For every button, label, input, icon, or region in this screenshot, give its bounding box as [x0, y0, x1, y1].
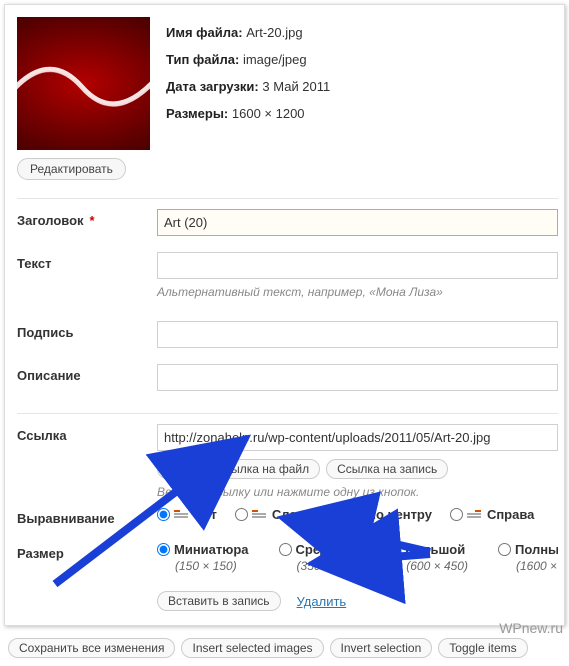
- align-none-radio[interactable]: Нет: [157, 507, 217, 522]
- link-label: Ссылка: [17, 424, 157, 443]
- toggle-items-button[interactable]: Toggle items: [438, 638, 527, 658]
- invert-selection-button[interactable]: Invert selection: [330, 638, 433, 658]
- bottom-toolbar: Сохранить все изменения Insert selected …: [0, 630, 569, 666]
- description-label: Описание: [17, 364, 157, 383]
- save-all-button[interactable]: Сохранить все изменения: [8, 638, 175, 658]
- insert-into-post-button[interactable]: Вставить в запись: [157, 591, 281, 611]
- media-edit-panel: Имя файла: Art-20.jpg Тип файла: image/j…: [4, 4, 565, 626]
- size-full-radio[interactable]: Полный (1600 × 1200): [498, 542, 558, 573]
- align-left-icon: [252, 510, 266, 520]
- divider: [17, 198, 558, 199]
- size-large-radio[interactable]: Большой (600 × 450): [388, 542, 468, 573]
- insert-selected-button[interactable]: Insert selected images: [181, 638, 323, 658]
- caption-label: Подпись: [17, 321, 157, 340]
- edit-image-button[interactable]: Редактировать: [17, 158, 126, 180]
- link-file-button[interactable]: Ссылка на файл: [205, 459, 320, 479]
- title-label: Заголовок*: [17, 209, 157, 228]
- link-url-input[interactable]: [157, 424, 558, 451]
- alt-hint: Альтернативный текст, например, «Мона Ли…: [157, 285, 558, 299]
- align-right-radio[interactable]: Справа: [450, 507, 534, 522]
- description-input[interactable]: [157, 364, 558, 391]
- align-label: Выравнивание: [17, 507, 157, 526]
- alt-label: Текст: [17, 252, 157, 271]
- title-input[interactable]: [157, 209, 558, 236]
- align-none-icon: [174, 510, 188, 520]
- link-none-button[interactable]: Нет: [157, 459, 199, 479]
- align-right-icon: [467, 510, 481, 520]
- size-medium-radio[interactable]: Средний (350 × 262): [279, 542, 359, 573]
- delete-button[interactable]: Удалить: [289, 592, 355, 611]
- size-label: Размер: [17, 542, 157, 561]
- size-thumbnail-radio[interactable]: Миниатюра (150 × 150): [157, 542, 249, 573]
- attachment-thumbnail: [17, 17, 150, 150]
- align-left-radio[interactable]: Слева: [235, 507, 312, 522]
- divider: [17, 413, 558, 414]
- link-post-button[interactable]: Ссылка на запись: [326, 459, 448, 479]
- attachment-meta: Имя файла: Art-20.jpg Тип файла: image/j…: [166, 17, 330, 150]
- link-hint: Введите ссылку или нажмите одну из кнопо…: [157, 485, 558, 499]
- align-center-icon: [347, 510, 361, 520]
- align-center-radio[interactable]: По центру: [330, 507, 432, 522]
- caption-input[interactable]: [157, 321, 558, 348]
- alt-input[interactable]: [157, 252, 558, 279]
